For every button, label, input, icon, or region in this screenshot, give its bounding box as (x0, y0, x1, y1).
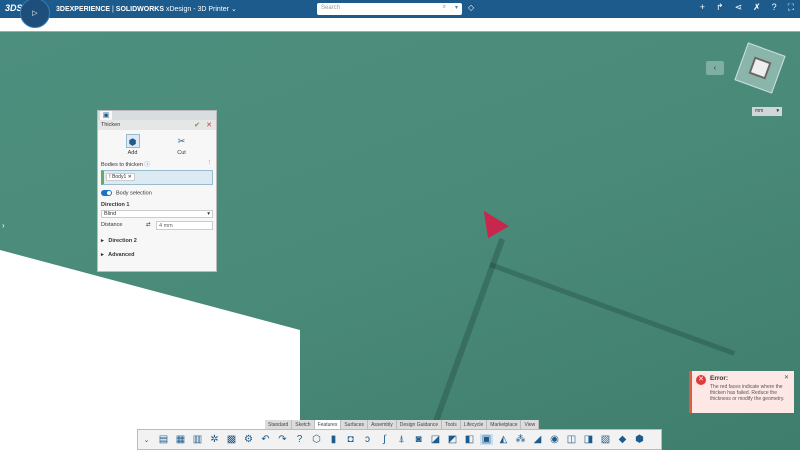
help-icon[interactable]: ? (772, 2, 777, 13)
save-icon[interactable]: ▥ (191, 434, 204, 445)
settings-icon[interactable]: ✲ (208, 434, 221, 445)
pattern-icon[interactable]: ⁂ (514, 434, 527, 445)
panel-title: Thicken (101, 122, 121, 128)
thicken-icon[interactable]: ▣ (480, 434, 493, 445)
mirror-icon[interactable]: ◭ (497, 434, 510, 445)
redo-icon[interactable]: ↷ (276, 434, 289, 445)
model-edge (489, 262, 736, 356)
direction1-header: Direction 1 (101, 202, 130, 209)
search-placeholder: Search (321, 5, 341, 11)
body-selection-label: Body selection (116, 190, 152, 197)
cut-extrude-icon[interactable]: ◘ (344, 434, 357, 445)
tag-icon[interactable]: ◇ (468, 3, 474, 12)
sweep-icon[interactable]: ∫ (378, 434, 391, 445)
units-dropdown[interactable]: mm ▾ (752, 107, 782, 116)
close-icon[interactable]: ✕ (784, 374, 789, 381)
chamfer-icon[interactable]: ◪ (429, 434, 442, 445)
hole-icon[interactable]: ◉ (548, 434, 561, 445)
cancel-icon[interactable]: ✕ (206, 121, 212, 129)
scissors-icon: ✂ (177, 136, 186, 146)
plus-icon[interactable]: + (700, 2, 705, 13)
body-selection-toggle[interactable] (101, 190, 112, 196)
top-bar: 3DS ▷ 3DEXPERIENCE | SOLIDWORKS xDesign … (0, 0, 800, 28)
add-icon: ⬢ (125, 134, 140, 148)
scale-icon[interactable]: ◆ (616, 434, 629, 445)
chevron-down-icon[interactable]: ⌄ (231, 6, 237, 13)
feature-tab-icon[interactable]: ▣ (100, 111, 112, 120)
error-icon: ✕ (696, 375, 706, 385)
revolve-icon[interactable]: ↄ (361, 434, 374, 445)
new-icon[interactable]: ▤ (157, 434, 170, 445)
shell-icon[interactable]: ◩ (446, 434, 459, 445)
direction2-section[interactable]: ▸ Direction 2 (98, 238, 216, 244)
confirm-icon[interactable]: ✔ (194, 121, 200, 129)
type-value: Blind (104, 211, 117, 218)
draft-icon[interactable]: ◧ (463, 434, 476, 445)
error-title: Error: (710, 375, 729, 382)
app-title[interactable]: 3DEXPERIENCE | SOLIDWORKS xDesign - 3D P… (56, 5, 237, 13)
network-icon[interactable]: ⋖ (735, 2, 743, 13)
product: SOLIDWORKS (115, 6, 165, 13)
app-name: xDesign - 3D Printer (164, 6, 229, 13)
body-chip[interactable]: ! Body1 ✕ (106, 173, 135, 181)
loft-icon[interactable]: ⍋ (395, 434, 408, 445)
cut-button[interactable]: ✂ Cut (175, 134, 189, 156)
error-message: The red faces indicate where the thicken… (710, 384, 785, 402)
info-icon[interactable]: ⓘ (144, 162, 150, 168)
fillet-icon[interactable]: ◙ (412, 434, 425, 445)
units-value: mm (755, 108, 764, 114)
move-icon[interactable]: ▧ (599, 434, 612, 445)
flip-direction-icon[interactable]: ⇄ (146, 222, 151, 228)
share-icon[interactable]: ↱ (716, 2, 724, 13)
distance-label: Distance (101, 222, 123, 229)
model-edge (420, 237, 506, 450)
rib-icon[interactable]: ◢ (531, 434, 544, 445)
error-notification: ✕ ✕ Error: The red faces indicate where … (689, 371, 794, 413)
advanced-label: Advanced (108, 252, 135, 259)
search-input[interactable]: Search ⌕ ▾ (317, 3, 462, 15)
cube-icon[interactable]: ⬡ (310, 434, 323, 445)
collapse-icon[interactable]: ⌄ (140, 436, 153, 444)
add-label: Add (127, 150, 138, 156)
command-toolbar: ⌄ ▤ ▦ ▥ ✲ ▩ ⚙ ↶ ↷ ? ⬡ ▮ ◘ ↄ ∫ ⍋ ◙ ◪ ◩ ◧ … (137, 429, 662, 450)
cut-label: Cut (177, 150, 186, 156)
distance-input[interactable]: 4 mm (156, 221, 213, 231)
boolean-icon[interactable]: ◫ (565, 434, 578, 445)
expand-left-icon[interactable]: › (2, 221, 5, 230)
bodies-label: Bodies to thicken (101, 162, 143, 168)
more-icon[interactable]: ⋮ (207, 160, 213, 166)
undo-icon[interactable]: ↶ (259, 434, 272, 445)
help-icon[interactable]: ? (293, 434, 306, 445)
print-icon[interactable]: ▩ (225, 434, 238, 445)
fullscreen-icon[interactable]: ⛶ (788, 2, 794, 13)
brand: 3DEXPERIENCE (56, 6, 111, 13)
back-button[interactable]: ‹ (706, 61, 724, 75)
extrude-icon[interactable]: ▮ (327, 434, 340, 445)
add-button[interactable]: ⬢ Add (125, 134, 140, 156)
more-features-icon[interactable]: ⬢ (633, 434, 646, 445)
split-icon[interactable]: ◨ (582, 434, 595, 445)
search-icon[interactable]: ⌕ (443, 4, 446, 11)
search-dropdown-icon[interactable]: ▾ (455, 4, 458, 11)
bodies-selection-box[interactable]: ! Body1 ✕ (101, 170, 213, 185)
tools-icon[interactable]: ✗ (753, 2, 761, 13)
thicken-panel: ▣ Thicken ✔ ✕ ⬢ Add ✂ Cut Bodies to thicken … (97, 110, 217, 272)
open-icon[interactable]: ▦ (174, 434, 187, 445)
direction2-label: Direction 2 (108, 238, 137, 245)
type-dropdown[interactable]: Blind ▾ (101, 210, 213, 219)
action-bar (0, 18, 800, 32)
advanced-section[interactable]: ▸ Advanced (98, 252, 216, 258)
body-chip-label: Body1 (112, 174, 127, 180)
options-icon[interactable]: ⚙ (242, 434, 255, 445)
